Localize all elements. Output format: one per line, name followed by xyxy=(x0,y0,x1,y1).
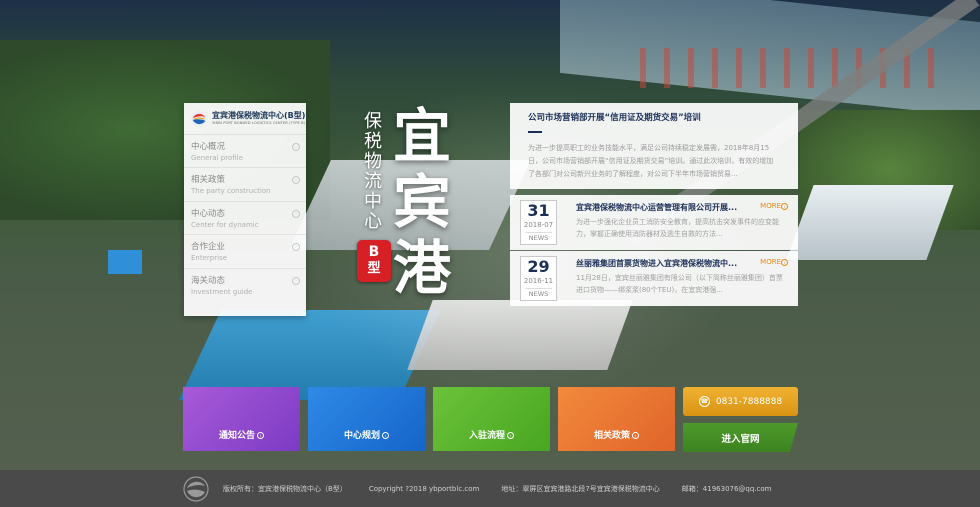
tile-label: 入驻流程 xyxy=(468,431,505,441)
sidebar-item-sublabel: Investment guide xyxy=(191,287,253,296)
tile-entry-process[interactable]: 入驻流程 › xyxy=(433,387,550,451)
sidebar-item-general-profile[interactable]: 中心概况 General profile › xyxy=(184,135,306,169)
brand-header[interactable]: 宜宾港保税物流中心(B型) YIBIN PORT BONDED LOGISTIC… xyxy=(184,103,306,135)
featured-news-text: 为进一步提高职工的业务技能水平，满足公司持续稳定发展需，2018年8月15日，公… xyxy=(528,144,774,178)
title-underline xyxy=(528,131,542,133)
tile-label-row: 入驻流程 › xyxy=(433,428,550,441)
news-day: 31 xyxy=(527,201,550,220)
chevron-right-icon: › xyxy=(382,432,389,439)
news-year-month: 2018-07 xyxy=(523,221,554,229)
sidebar-item-label: 合作企业 xyxy=(191,242,226,253)
chevron-right-icon: › xyxy=(292,143,300,151)
bg-warehouse-right xyxy=(786,185,954,260)
sidebar-item-label: 中心概况 xyxy=(191,142,226,152)
more-label: MORE xyxy=(760,202,781,210)
footer: 版权所有：宜宾港保税物流中心（B型） Copyright ?2018 ybpor… xyxy=(0,470,980,507)
tile-label: 通知公告 xyxy=(218,431,255,441)
chevron-right-icon: › xyxy=(632,432,639,439)
tile-label-row: 相关政策 › xyxy=(558,428,675,441)
logo-icon xyxy=(190,110,208,127)
news-panel: 公司市场营销部开展“信用证及期货交易”培训 为进一步提高职工的业务技能水平，满足… xyxy=(510,103,798,306)
footer-owner: 版权所有：宜宾港保税物流中心（B型） xyxy=(223,484,347,493)
sidebar-item-sublabel: Enterprise xyxy=(191,254,228,263)
footer-email[interactable]: 邮箱：41963076@qq.com xyxy=(682,484,772,494)
chevron-right-icon: › xyxy=(292,209,300,218)
tile-label-row: 通知公告 › xyxy=(183,428,300,441)
phone-icon: ☎ xyxy=(698,396,710,407)
sidebar-item-sublabel: The party construction xyxy=(191,187,271,196)
news-day: 29 xyxy=(527,257,550,276)
featured-news-title[interactable]: 公司市场营销部开展“信用证及期货交易”培训 xyxy=(528,111,780,123)
sidebar-item-sublabel: General profile xyxy=(191,154,243,162)
more-link[interactable]: MORE › xyxy=(760,202,788,210)
sidebar-item-sublabel: Center for dynamic xyxy=(191,220,259,229)
tile-label: 相关政策 xyxy=(593,431,630,441)
tile-related-policies[interactable]: 相关政策 › xyxy=(558,387,675,451)
tile-center-planning[interactable]: 中心规划 › xyxy=(308,387,425,451)
chevron-right-icon: › xyxy=(507,432,514,439)
sidebar-item-enterprise[interactable]: 合作企业 Enterprise › xyxy=(184,235,306,269)
sidebar-item-customs[interactable]: 海关动态 Investment guide › xyxy=(184,269,306,302)
brand-name-en: YIBIN PORT BONDED LOGISTICS CENTER (TYPE… xyxy=(212,120,306,125)
footer-copyright: Copyright ?2018 ybportblc.com xyxy=(368,484,480,493)
bg-small-blue-roof xyxy=(108,250,142,274)
enter-website-button[interactable]: 进入官网 xyxy=(683,423,798,452)
footer-address: 地址：翠屏区宜宾港路北段7号宜宾港保税物流中心 xyxy=(501,484,660,493)
brand-text: 宜宾港保税物流中心(B型) YIBIN PORT BONDED LOGISTIC… xyxy=(212,110,306,126)
news-item[interactable]: 29 2016-11 NEWS 丝丽雅集团首票货物进入宜宾港保税物流中... M… xyxy=(510,251,798,306)
sidebar-item-center-dynamic[interactable]: 中心动态 Center for dynamic › xyxy=(184,202,306,236)
news-item-text: 为进一步强化企业员工消防安全教育，提高抗击突发事件的应变能力，掌握正确使用消防器… xyxy=(576,218,779,238)
brand-name: 宜宾港保税物流中心(B型) xyxy=(212,110,306,120)
chevron-right-icon: › xyxy=(781,258,788,266)
date-box: 31 2018-07 NEWS xyxy=(520,200,557,245)
news-item-title[interactable]: 丝丽雅集团首票货物进入宜宾港保税物流中... xyxy=(576,258,751,269)
sidebar-item-policies[interactable]: 相关政策 The party construction › xyxy=(184,168,306,202)
news-item[interactable]: 31 2018-07 NEWS 宜宾港保税物流中心运营管理有限公司开展... M… xyxy=(510,195,798,250)
sidebar-item-label: 中心动态 xyxy=(191,208,226,219)
chevron-right-icon: › xyxy=(781,202,788,210)
sidebar-item-label: 海关动态 xyxy=(191,275,226,286)
news-item-title[interactable]: 宜宾港保税物流中心运营管理有限公司开展... xyxy=(576,202,751,213)
type-b-badge: B 型 xyxy=(357,240,391,282)
news-label: NEWS xyxy=(525,288,552,299)
phone-number: 0831-7888888 xyxy=(715,396,783,407)
tile-label-row: 中心规划 › xyxy=(308,428,425,441)
footer-logo-icon xyxy=(183,475,209,502)
more-link[interactable]: MORE › xyxy=(760,258,788,266)
chevron-right-icon: › xyxy=(292,276,300,285)
tile-notices[interactable]: 通知公告 › xyxy=(183,387,300,451)
chevron-right-icon: › xyxy=(257,432,264,439)
badge-letter: B xyxy=(368,244,380,260)
phone-contact[interactable]: ☎ 0831-7888888 xyxy=(683,387,798,416)
date-box: 29 2016-11 NEWS xyxy=(520,256,557,301)
hero-title: 宜宾港 xyxy=(393,102,452,302)
sidebar-nav: 宜宾港保税物流中心(B型) YIBIN PORT BONDED LOGISTIC… xyxy=(184,103,306,316)
news-label: NEWS xyxy=(525,232,552,243)
badge-char: 型 xyxy=(367,261,381,276)
more-label: MORE xyxy=(760,258,781,266)
sidebar-item-label: 相关政策 xyxy=(191,175,226,186)
hero-subtitle: 保税物流中心 xyxy=(364,111,382,232)
news-year-month: 2016-11 xyxy=(523,277,554,285)
tile-label: 中心规划 xyxy=(343,431,380,441)
featured-news[interactable]: 公司市场营销部开展“信用证及期货交易”培训 为进一步提高职工的业务技能水平，满足… xyxy=(510,103,798,189)
news-item-text: 11月28日，宜宾丝丽雅集团有限公司（以下简称丝丽雅集团）首票进口货物——绑浆浆… xyxy=(576,274,783,294)
